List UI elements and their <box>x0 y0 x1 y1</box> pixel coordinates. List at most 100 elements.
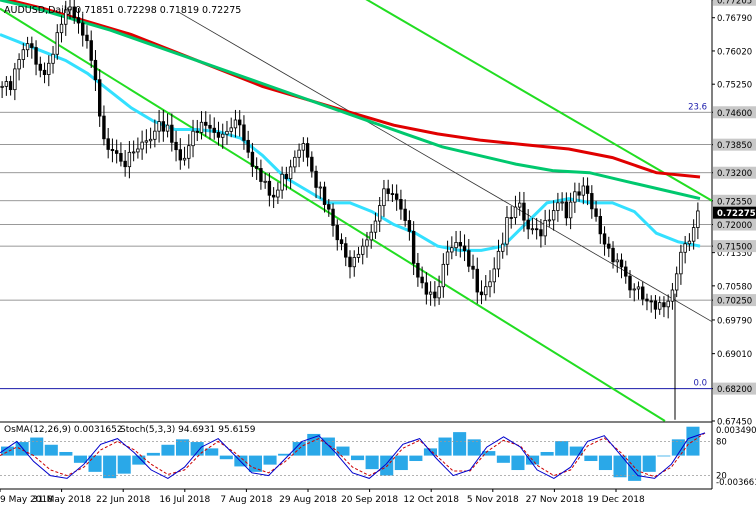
candle-body <box>284 173 289 180</box>
candle-body <box>259 168 263 182</box>
candle-body <box>607 243 611 249</box>
candle-body <box>441 263 446 288</box>
candle-body <box>369 231 373 241</box>
candle-body <box>479 291 484 296</box>
candle-body <box>492 268 496 283</box>
candle-body <box>119 153 123 162</box>
candle-body <box>187 145 191 159</box>
candle-body <box>428 291 433 295</box>
osma-bar <box>59 451 73 456</box>
candle-body <box>619 259 624 268</box>
candle-body <box>424 282 429 295</box>
osma-bar <box>409 455 423 462</box>
candle-body <box>13 68 17 91</box>
candle-body <box>696 210 700 228</box>
candle-body <box>691 227 696 242</box>
candle-body <box>174 141 178 151</box>
candle-body <box>543 219 547 237</box>
candle-body <box>293 156 297 168</box>
candle-body <box>267 180 272 196</box>
candle-body <box>4 81 9 87</box>
candle-body <box>547 219 552 222</box>
osma-bar <box>657 455 671 457</box>
candle-body <box>365 239 369 247</box>
candle-body <box>140 141 144 150</box>
candle-body <box>271 194 276 198</box>
candle-body <box>454 242 458 249</box>
osma-bar <box>598 455 612 471</box>
candle-body <box>674 273 679 291</box>
x-tick-label: 19 Dec 2018 <box>587 495 645 505</box>
candle-body <box>25 43 30 51</box>
candle-body <box>208 124 212 129</box>
candle-body <box>653 300 658 310</box>
candle-body <box>683 243 687 253</box>
candle-body <box>501 243 505 252</box>
candle-body <box>403 208 407 221</box>
x-tick-label: 29 Aug 2018 <box>279 495 337 505</box>
x-tick-label: 31 May 2018 <box>32 495 91 505</box>
candle-body <box>170 124 174 143</box>
candle-body <box>280 173 284 191</box>
osma-bar <box>453 432 467 456</box>
candle-body <box>564 201 569 219</box>
price-chart: 0.0 23.6 0.77205 0.76790 0.76020 0.75250 0.74… <box>0 0 756 510</box>
y-tick-label: 0.68200 <box>717 385 752 395</box>
candle-body <box>157 121 161 132</box>
osma-bar <box>496 455 510 463</box>
candle-body <box>509 217 513 219</box>
candle-body <box>475 268 479 293</box>
candle-body <box>560 201 564 204</box>
candle-body <box>433 291 437 299</box>
candle-body <box>568 201 573 219</box>
candle-body <box>250 151 255 167</box>
x-tick-label: 27 Nov 2018 <box>526 495 584 505</box>
y-tick-label: 0.73200 <box>717 169 752 179</box>
candle-body <box>30 43 34 48</box>
stoch-header: Stoch(5,3,3) 94.6931 95.6159 <box>120 425 256 435</box>
candle-body <box>687 240 692 245</box>
candle-body <box>55 32 59 55</box>
candle-body <box>297 149 301 158</box>
candle-body <box>42 69 47 75</box>
candle-body <box>199 121 204 133</box>
candle-body <box>144 140 149 143</box>
candle-body <box>484 286 488 296</box>
candle-body <box>242 124 246 141</box>
candle-body <box>335 225 339 241</box>
candle-body <box>263 180 267 183</box>
candle-body <box>624 266 628 277</box>
x-tick-label: 12 Oct 2018 <box>403 495 459 505</box>
candle-body <box>148 138 153 142</box>
candle-body <box>615 259 619 263</box>
candle-body <box>462 245 467 252</box>
candle-body <box>488 281 492 288</box>
candle-body <box>467 250 471 267</box>
candle-body <box>34 47 38 65</box>
candle-body <box>437 286 441 299</box>
osma-bar <box>190 442 204 456</box>
osma-bar <box>30 437 44 456</box>
candle-body <box>513 206 518 219</box>
y-tick-label: 0.72550 <box>717 197 752 207</box>
y-tick-label: 0.70250 <box>717 297 752 307</box>
candle-body <box>254 166 259 169</box>
osma-header: OsMA(12,26,9) 0.0031652 <box>4 425 123 435</box>
osc-axis-label: 0.0034902 <box>716 426 756 436</box>
candle-body <box>590 193 594 210</box>
candle-body <box>407 220 412 232</box>
candle-body <box>51 53 55 64</box>
candle-body <box>85 34 89 42</box>
candle-body <box>8 81 13 91</box>
candle-body <box>93 59 98 81</box>
candle-body <box>399 199 403 210</box>
candle-body <box>97 79 102 117</box>
candle-body <box>216 132 221 138</box>
candle-body <box>522 202 526 221</box>
candle-body <box>352 257 356 268</box>
candle-body <box>628 275 632 291</box>
osc-axis-label: -0.003661 <box>716 478 756 488</box>
candle-body <box>131 151 136 154</box>
candle-body <box>373 220 378 233</box>
fib-label: 23.6 <box>688 102 707 112</box>
